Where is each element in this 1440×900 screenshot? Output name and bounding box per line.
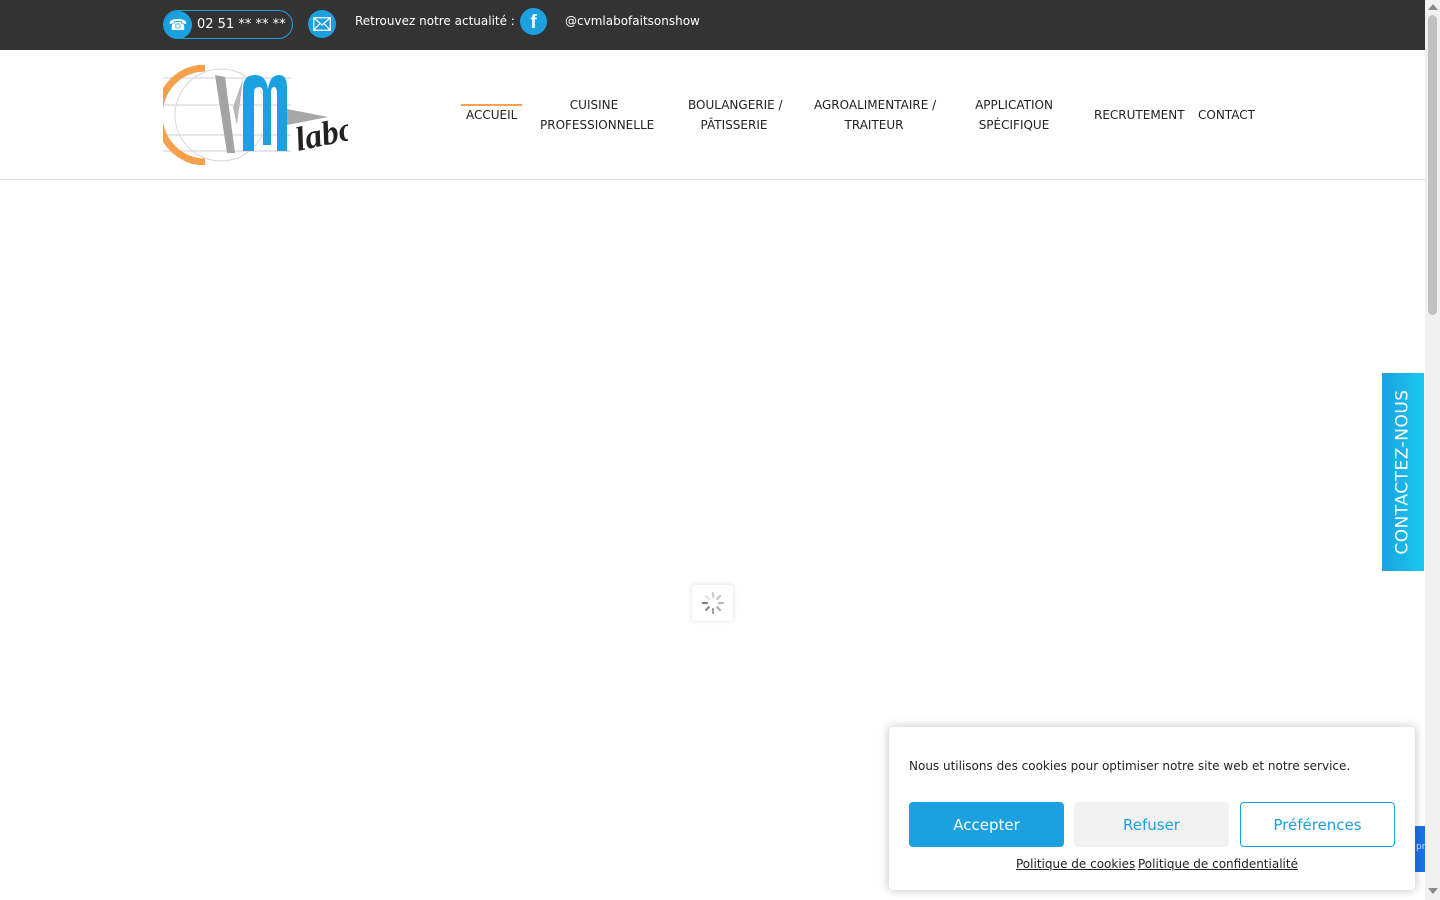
nav-cuisine-professionnelle[interactable]: CUISINE PROFESSIONNELLE — [540, 95, 655, 135]
top-bar: ☎ 02 51 ** ** ** Retrouvez notre actuali… — [0, 0, 1425, 50]
mail-icon[interactable] — [308, 10, 336, 38]
facebook-icon[interactable]: f — [520, 8, 547, 35]
nav-label-line1: AGROALIMENTAIRE / — [814, 98, 937, 112]
nav-label-line1: CUISINE — [569, 98, 619, 112]
nav-application-specifique[interactable]: APPLICATION SPÉCIFIQUE — [974, 95, 1054, 135]
nav-label-line2: SPÉCIFIQUE — [978, 118, 1050, 132]
nav-label-line2: TRAITEUR — [844, 118, 904, 132]
scroll-up-arrow-icon[interactable] — [1428, 4, 1438, 10]
cookie-message: Nous utilisons des cookies pour optimise… — [909, 759, 1351, 773]
page-scrollbar[interactable] — [1425, 0, 1440, 900]
nav-label-line1: BOULANGERIE / — [688, 98, 783, 112]
nav-agroalimentaire-traiteur[interactable]: AGROALIMENTAIRE / TRAITEUR — [814, 95, 937, 135]
nav-contact-label: CONTACT — [1198, 108, 1255, 122]
contact-us-tab[interactable]: CONTACTEZ-NOUS — [1382, 373, 1424, 571]
scroll-thumb[interactable] — [1428, 15, 1437, 315]
facebook-handle-link[interactable]: @cvmlabofaitsonshow — [565, 14, 700, 28]
scroll-down-arrow-icon[interactable] — [1428, 888, 1438, 894]
phone-contact[interactable]: ☎ 02 51 ** ** ** — [163, 10, 293, 39]
nav-recrutement-label: RECRUTEMENT — [1094, 108, 1185, 122]
phone-number: 02 51 ** ** ** — [197, 17, 286, 32]
cookie-preferences-button[interactable]: Préférences — [1240, 802, 1395, 847]
nav-label-line1: APPLICATION — [975, 98, 1053, 112]
site-header: labo ACCUEIL CUISINE PROFESSIONNELLE BOU… — [0, 50, 1425, 180]
nav-contact[interactable]: CONTACT — [1198, 105, 1255, 125]
loading-spinner — [692, 585, 733, 621]
accept-cookies-button[interactable]: Accepter — [909, 802, 1064, 847]
nav-accueil[interactable]: ACCUEIL — [460, 104, 523, 125]
recaptcha-text: pr — [1416, 842, 1426, 852]
spinner-icon — [701, 591, 724, 615]
news-label: Retrouvez notre actualité : — [355, 14, 515, 28]
cookie-consent-banner: Nous utilisons des cookies pour optimise… — [889, 727, 1415, 890]
cookie-policy-link[interactable]: Politique de cookies — [1016, 857, 1135, 871]
nav-label-line2: PROFESSIONNELLE — [540, 118, 655, 132]
phone-icon: ☎ — [164, 11, 192, 39]
site-logo[interactable]: labo — [155, 64, 359, 166]
deny-cookies-button[interactable]: Refuser — [1074, 802, 1229, 847]
privacy-policy-link[interactable]: Politique de confidentialité — [1138, 857, 1298, 871]
nav-label-line2: PÂTISSERIE — [700, 118, 768, 132]
contact-us-tab-label: CONTACTEZ-NOUS — [1393, 389, 1414, 555]
nav-accueil-label: ACCUEIL — [466, 108, 518, 122]
nav-boulangerie-patisserie[interactable]: BOULANGERIE / PÂTISSERIE — [688, 95, 783, 135]
nav-recrutement[interactable]: RECRUTEMENT — [1094, 105, 1185, 125]
